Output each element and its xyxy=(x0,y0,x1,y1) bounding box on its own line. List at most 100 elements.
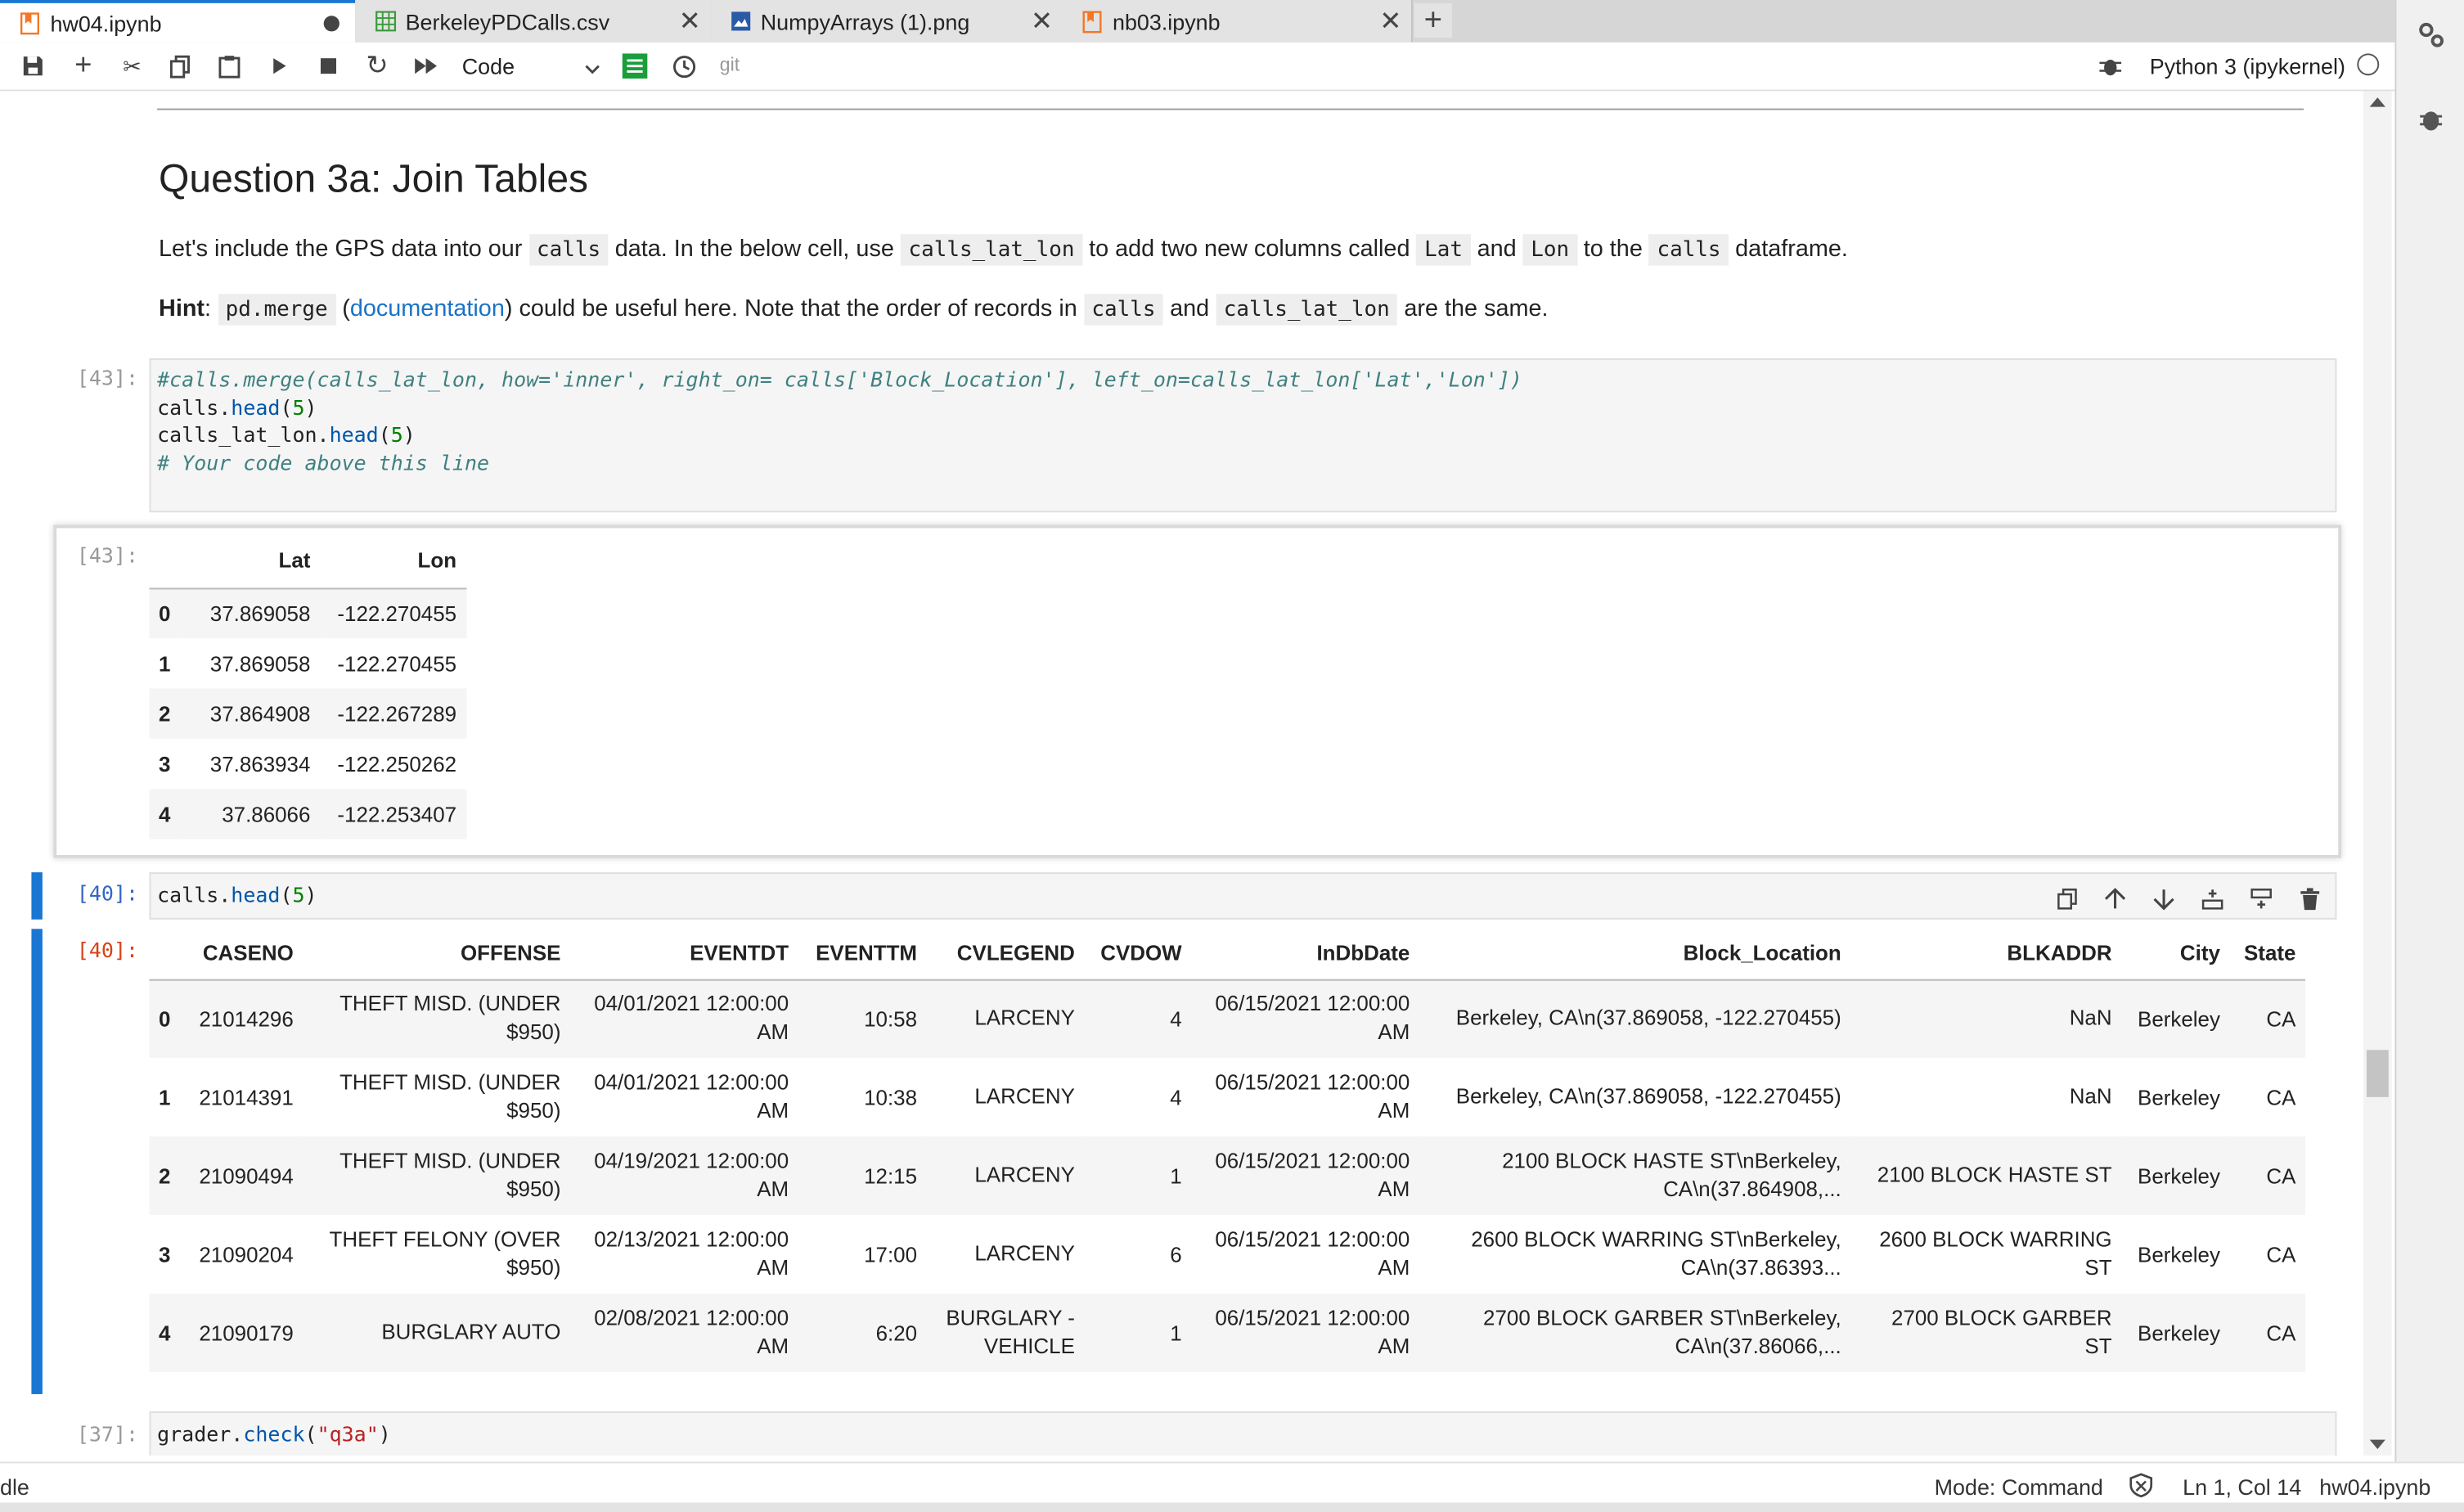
debugger-icon[interactable] xyxy=(2415,104,2446,135)
cell-line: 2600 BLOCK WARRING ST\nBerkeley, xyxy=(1471,1227,1841,1252)
table-cell: BURGLARY - VEHICLE xyxy=(927,1294,1085,1372)
table-cell: 10:58 xyxy=(864,1006,918,1031)
cell-line: 2100 BLOCK HASTE ST xyxy=(1877,1163,2112,1187)
duplicate-cell-icon[interactable] xyxy=(2049,882,2084,916)
move-down-icon[interactable] xyxy=(2147,882,2181,916)
hint-paragraph: Hint: pd.merge (documentation) could be … xyxy=(159,294,1549,326)
table-of-contents-icon[interactable] xyxy=(618,50,652,81)
add-tab-button[interactable]: + xyxy=(1414,2,1452,38)
cell-line: 2700 BLOCK GARBER ST\nBerkeley, xyxy=(1483,1306,1841,1330)
run-icon[interactable] xyxy=(263,50,297,81)
unsaved-dot-icon[interactable] xyxy=(323,15,339,31)
inline-code: calls xyxy=(1648,234,1729,266)
delete-cell-icon[interactable] xyxy=(2293,882,2327,916)
tab-label: BerkeleyPDCalls.csv xyxy=(405,8,610,34)
property-inspector-icon[interactable] xyxy=(2415,19,2446,50)
cell-type-value: Code xyxy=(461,53,515,79)
save-icon[interactable] xyxy=(16,50,50,81)
tab-label: hw04.ipynb xyxy=(50,10,162,36)
cell-type-select[interactable]: Code xyxy=(462,50,600,81)
insert-above-icon[interactable] xyxy=(2195,882,2229,916)
table-cell: 21090494 xyxy=(199,1163,294,1188)
inline-code: calls_lat_lon xyxy=(900,234,1083,266)
text: dataframe. xyxy=(1729,236,1848,263)
column-header: Lon xyxy=(417,548,457,573)
shield-icon[interactable] xyxy=(2129,1473,2153,1502)
table-cell: 10:38 xyxy=(864,1085,918,1109)
text: to add two new columns called xyxy=(1082,236,1417,263)
column-header: OFFENSE xyxy=(460,942,561,965)
row-index: 1 xyxy=(159,651,171,676)
code-cell-editor[interactable]: grader.check("q3a") xyxy=(149,1411,2337,1456)
table-cell: 21090179 xyxy=(199,1321,294,1345)
move-up-icon[interactable] xyxy=(2098,882,2132,916)
fast-forward-icon[interactable] xyxy=(408,50,443,81)
scroll-thumb[interactable] xyxy=(2366,1050,2389,1097)
scroll-down-icon[interactable] xyxy=(2369,1439,2385,1450)
git-label[interactable]: git xyxy=(720,53,740,75)
tab-nb03[interactable]: nb03.ipynb ✕ xyxy=(1062,0,1413,43)
cell-line: THEFT MISD. (UNDER xyxy=(339,1070,561,1095)
close-icon[interactable]: ✕ xyxy=(1022,6,1063,37)
documentation-link[interactable]: documentation xyxy=(350,295,505,322)
calls-dataframe: CASENO OFFENSE EVENTDT EVENTTM CVLEGEND … xyxy=(149,929,2305,1373)
cell-line: 2600 BLOCK WARRING xyxy=(1879,1227,2112,1252)
row-index: 2 xyxy=(159,701,171,726)
cell-line: BURGLARY - xyxy=(946,1306,1075,1330)
hint-label: Hint xyxy=(159,295,205,322)
code-function: check xyxy=(243,1424,305,1448)
latlon-dataframe: Lat Lon 0 37.869058 -122.270455 1 37.869058… xyxy=(149,534,466,839)
tab-numpyarrays[interactable]: NumpyArrays (1).png ✕ xyxy=(710,0,1064,43)
close-icon[interactable]: ✕ xyxy=(1370,6,1411,37)
tab-hw04[interactable]: hw04.ipynb xyxy=(0,0,357,43)
bug-icon[interactable] xyxy=(2093,50,2128,81)
table-cell: 37.864908 xyxy=(209,701,311,726)
cut-icon[interactable]: ✂ xyxy=(115,50,149,81)
copy-icon[interactable] xyxy=(164,50,198,81)
cell-line: Berkeley, CA\n(37.869058, -122.270455) xyxy=(1455,1006,1841,1030)
table-cell: Berkeley xyxy=(2138,1006,2220,1031)
scroll-up-icon[interactable] xyxy=(2369,97,2385,107)
cell-toolbar xyxy=(2049,882,2326,916)
column-header xyxy=(149,929,182,979)
code-text: calls. xyxy=(157,397,232,421)
mode-indicator[interactable]: Mode: Command xyxy=(1935,1474,2103,1500)
cell-line: NaN xyxy=(2069,1084,2112,1109)
cell-line: 06/15/2021 12:00:00 xyxy=(1215,992,1410,1016)
table-cell: 04/01/2021 12:00:00 AM xyxy=(570,979,798,1058)
table-cell: 37.869058 xyxy=(209,601,311,626)
code-cell-editor[interactable]: #calls.merge(calls_lat_lon, how='inner',… xyxy=(149,358,2337,513)
active-output-indicator[interactable] xyxy=(31,929,43,1394)
cell-line: BURGLARY AUTO xyxy=(381,1320,561,1344)
cell-line: AM xyxy=(1378,1177,1410,1201)
table-cell: 06/15/2021 12:00:00 AM xyxy=(1191,1294,1419,1372)
column-header xyxy=(149,534,179,587)
table-cell: CA xyxy=(2266,1163,2296,1188)
table-cell: 2100 BLOCK HASTE ST xyxy=(1850,1136,2121,1215)
horizontal-rule xyxy=(157,108,2304,110)
clock-icon[interactable] xyxy=(666,50,700,81)
close-icon[interactable]: ✕ xyxy=(669,6,710,37)
image-icon xyxy=(729,10,751,32)
cell-line: 06/15/2021 12:00:00 xyxy=(1215,1306,1410,1330)
kernel-name[interactable]: Python 3 (ipykernel) xyxy=(2150,53,2345,79)
tab-berkeleypdcalls[interactable]: BerkeleyPDCalls.csv ✕ xyxy=(355,0,713,43)
table-cell: THEFT MISD. (UNDER $950) xyxy=(303,1058,570,1136)
column-header: Block_Location xyxy=(1683,942,1841,965)
restart-icon[interactable]: ↻ xyxy=(360,50,394,81)
table-cell: 2700 BLOCK GARBER ST\nBerkeley, CA\n(37.8… xyxy=(1419,1294,1850,1372)
code-cell-editor[interactable]: calls.head(5) xyxy=(149,872,2337,920)
table-cell: 04/19/2021 12:00:00 AM xyxy=(570,1136,798,1215)
add-cell-icon[interactable]: + xyxy=(66,49,101,82)
paste-icon[interactable] xyxy=(212,50,246,81)
row-index: 4 xyxy=(159,1321,171,1345)
text: ) could be useful here. Note that the or… xyxy=(504,295,1084,322)
notebook-scrollbar[interactable] xyxy=(2363,91,2392,1456)
stop-icon[interactable] xyxy=(311,50,345,81)
insert-below-icon[interactable] xyxy=(2244,882,2278,916)
table-header-row: CASENO OFFENSE EVENTDT EVENTTM CVLEGEND … xyxy=(149,929,2305,979)
code-text: ( xyxy=(304,1424,317,1448)
cursor-position[interactable]: Ln 1, Col 14 xyxy=(2183,1474,2301,1500)
cell-line: AM xyxy=(1378,1255,1410,1280)
cell-line: NaN xyxy=(2069,1006,2112,1030)
